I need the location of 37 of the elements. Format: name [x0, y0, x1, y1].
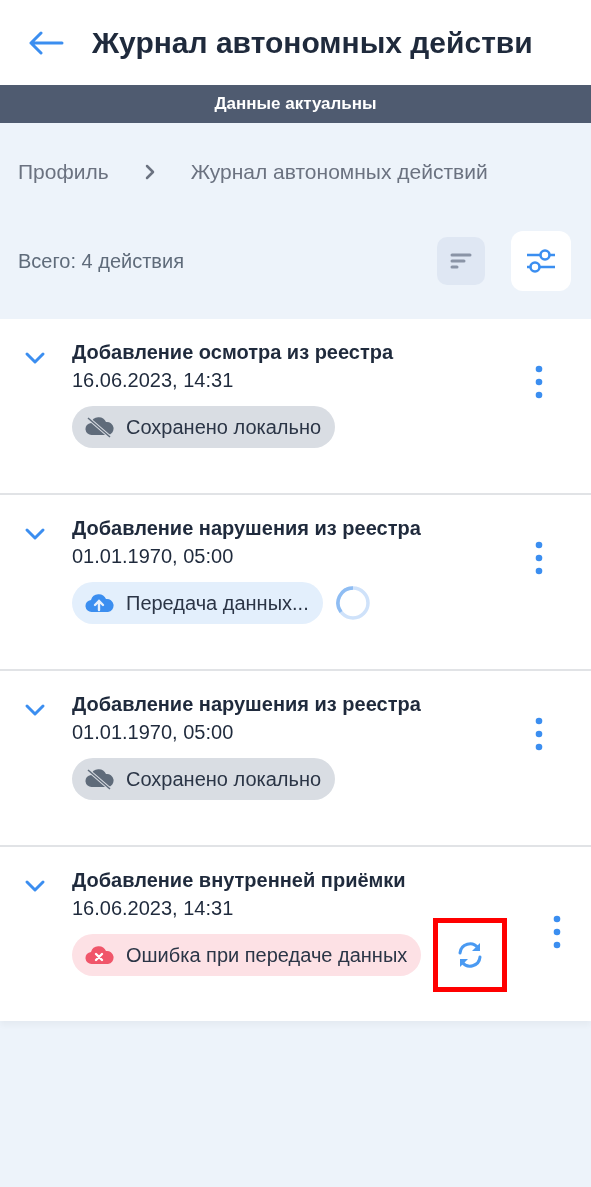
- cloud-upload-icon: [84, 591, 114, 615]
- cloud-error-icon: [84, 943, 114, 967]
- status-label: Ошибка при передаче данных: [126, 943, 408, 967]
- crossed-cloud-icon: [84, 767, 114, 791]
- action-date: 16.06.2023, 14:31: [72, 368, 235, 393]
- sort-button[interactable]: [437, 237, 485, 285]
- filter-button[interactable]: [511, 231, 571, 291]
- action-date: 16.06.2023, 14:31: [72, 896, 235, 921]
- expand-chevron-icon[interactable]: [24, 879, 46, 893]
- breadcrumb-item[interactable]: Профиль: [18, 160, 109, 184]
- more-options-icon[interactable]: [535, 365, 543, 399]
- retry-button[interactable]: [433, 918, 508, 992]
- page-title: Журнал автономных действи: [92, 25, 533, 60]
- expand-chevron-icon[interactable]: [24, 351, 46, 365]
- action-date: 01.01.1970, 05:00: [72, 544, 235, 569]
- action-title: Добавление внутренней приёмки: [72, 868, 407, 893]
- back-arrow-icon[interactable]: [28, 30, 64, 55]
- expand-chevron-icon[interactable]: [24, 527, 46, 541]
- expand-chevron-icon[interactable]: [24, 703, 46, 717]
- loading-spinner-icon: [334, 585, 371, 621]
- status-label: Сохранено локально: [126, 415, 322, 439]
- action-title: Добавление нарушения из реестра: [72, 516, 422, 541]
- action-date: 01.01.1970, 05:00: [72, 720, 235, 745]
- sort-icon: [450, 251, 472, 271]
- chevron-right-icon: [144, 164, 155, 180]
- total-count: Всего: 4 действия: [18, 249, 184, 273]
- breadcrumb-item: Журнал автономных действий: [190, 160, 488, 184]
- action-title: Добавление осмотра из реестра: [72, 340, 395, 365]
- status-banner: Данные актуальны: [0, 85, 591, 123]
- more-options-icon[interactable]: [535, 717, 543, 751]
- more-options-icon[interactable]: [535, 541, 543, 575]
- status-label: Передача данных...: [126, 591, 309, 615]
- sliders-icon: [525, 246, 557, 276]
- status-label: Сохранено локально: [126, 767, 322, 791]
- more-options-icon[interactable]: [553, 915, 561, 949]
- crossed-cloud-icon: [84, 415, 114, 439]
- action-title: Добавление нарушения из реестра: [72, 692, 422, 717]
